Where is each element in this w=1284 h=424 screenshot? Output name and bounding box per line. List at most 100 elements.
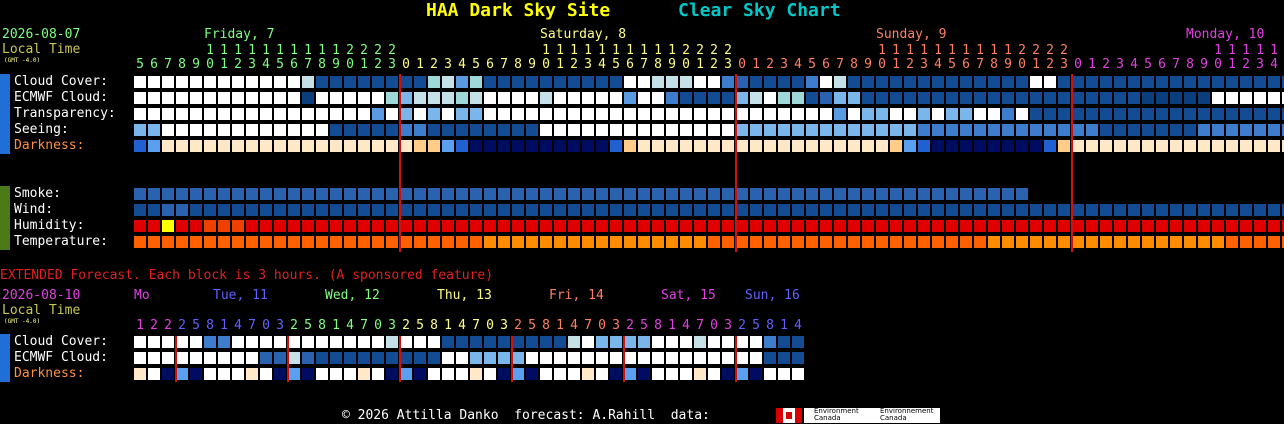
smoke-block xyxy=(148,188,160,200)
darkness-block xyxy=(904,140,916,152)
smoke-block xyxy=(610,188,622,200)
ext-hour-label: 8 xyxy=(766,318,774,333)
temperature-block xyxy=(638,236,650,248)
darkness-block xyxy=(582,140,594,152)
hour-tens-label: 2 xyxy=(1032,43,1040,58)
hour-label: 6 xyxy=(1158,57,1166,72)
ext-ecmwf-cloud-block xyxy=(204,352,216,364)
row-label-seeing: Seeing: xyxy=(14,122,69,137)
ext-darkness-block xyxy=(162,368,174,380)
cloud-cover-block xyxy=(1240,76,1252,88)
temperature-block xyxy=(498,236,510,248)
hour-label: 8 xyxy=(850,57,858,72)
transparency-block xyxy=(288,108,300,120)
hour-label: 7 xyxy=(304,57,312,72)
darkness-block xyxy=(302,140,314,152)
smoke-block xyxy=(498,188,510,200)
humidity-block xyxy=(344,220,356,232)
darkness-block xyxy=(1226,140,1238,152)
cloud-cover-block xyxy=(400,76,412,88)
ext-ecmwf-cloud-block xyxy=(652,352,664,364)
ecmwf-cloud-block xyxy=(386,92,398,104)
wind-block xyxy=(1002,204,1014,216)
temperature-block xyxy=(1030,236,1042,248)
hour-label: 2 xyxy=(710,57,718,72)
wind-block xyxy=(596,204,608,216)
ext-ecmwf-cloud-block xyxy=(246,352,258,364)
hour-tens-label: 1 xyxy=(1004,43,1012,58)
ecmwf-cloud-block xyxy=(820,92,832,104)
wind-block xyxy=(876,204,888,216)
darkness-block xyxy=(330,140,342,152)
temperature-block xyxy=(918,236,930,248)
hour-label: 2 xyxy=(1242,57,1250,72)
hour-label: 8 xyxy=(514,57,522,72)
ext-darkness-block xyxy=(666,368,678,380)
ecmwf-cloud-block xyxy=(1240,92,1252,104)
humidity-block xyxy=(498,220,510,232)
humidity-block xyxy=(932,220,944,232)
cloud-cover-block xyxy=(232,76,244,88)
ecmwf-cloud-block xyxy=(246,92,258,104)
temperature-block xyxy=(218,236,230,248)
ext-cloud-cover-block xyxy=(680,336,692,348)
seeing-block xyxy=(512,124,524,136)
cloud-cover-block xyxy=(498,76,510,88)
hour-tens-label: 1 xyxy=(276,43,284,58)
temperature-block xyxy=(1212,236,1224,248)
temperature-block xyxy=(568,236,580,248)
ext-hour-label: 1 xyxy=(780,318,788,333)
hour-tens-label: 2 xyxy=(696,43,704,58)
ext-ecmwf-cloud-block xyxy=(512,352,524,364)
darkness-block xyxy=(400,140,412,152)
darkness-block xyxy=(386,140,398,152)
darkness-block xyxy=(1114,140,1126,152)
ext-cloud-cover-block xyxy=(596,336,608,348)
darkness-block xyxy=(778,140,790,152)
temperature-block xyxy=(890,236,902,248)
ext-cloud-cover-block xyxy=(162,336,174,348)
ecmwf-cloud-block xyxy=(918,92,930,104)
cloud-cover-block xyxy=(260,76,272,88)
darkness-block xyxy=(162,140,174,152)
ext-hour-label: 8 xyxy=(430,318,438,333)
darkness-block xyxy=(932,140,944,152)
ecmwf-cloud-block xyxy=(1016,92,1028,104)
midnight-line xyxy=(735,74,737,252)
transparency-block xyxy=(428,108,440,120)
wind-block xyxy=(162,204,174,216)
extended-sky-side-bar xyxy=(0,334,10,382)
temperature-block xyxy=(1072,236,1084,248)
transparency-block xyxy=(792,108,804,120)
temperature-block xyxy=(1226,236,1238,248)
temperature-block xyxy=(1128,236,1140,248)
ext-ecmwf-cloud-block xyxy=(330,352,342,364)
temperature-block xyxy=(806,236,818,248)
hour-tens-label: 1 xyxy=(584,43,592,58)
temperature-block xyxy=(1254,236,1266,248)
cloud-cover-block xyxy=(946,76,958,88)
ext-darkness-block xyxy=(708,368,720,380)
wind-block xyxy=(1058,204,1070,216)
cloud-cover-block xyxy=(428,76,440,88)
transparency-block xyxy=(960,108,972,120)
ext-darkness-block xyxy=(652,368,664,380)
transparency-block xyxy=(596,108,608,120)
ext-darkness-block xyxy=(680,368,692,380)
cloud-cover-block xyxy=(1016,76,1028,88)
ext-hour-label: 4 xyxy=(346,318,354,333)
transparency-block xyxy=(554,108,566,120)
cloud-cover-block xyxy=(190,76,202,88)
smoke-block xyxy=(372,188,384,200)
cloud-cover-block xyxy=(456,76,468,88)
temperature-block xyxy=(1268,236,1280,248)
smoke-block xyxy=(554,188,566,200)
temperature-block xyxy=(386,236,398,248)
humidity-block xyxy=(778,220,790,232)
wind-block xyxy=(1086,204,1098,216)
wind-block xyxy=(302,204,314,216)
ext-darkness-block xyxy=(386,368,398,380)
hour-tens-label: 1 xyxy=(920,43,928,58)
darkness-block xyxy=(1072,140,1084,152)
humidity-block xyxy=(232,220,244,232)
